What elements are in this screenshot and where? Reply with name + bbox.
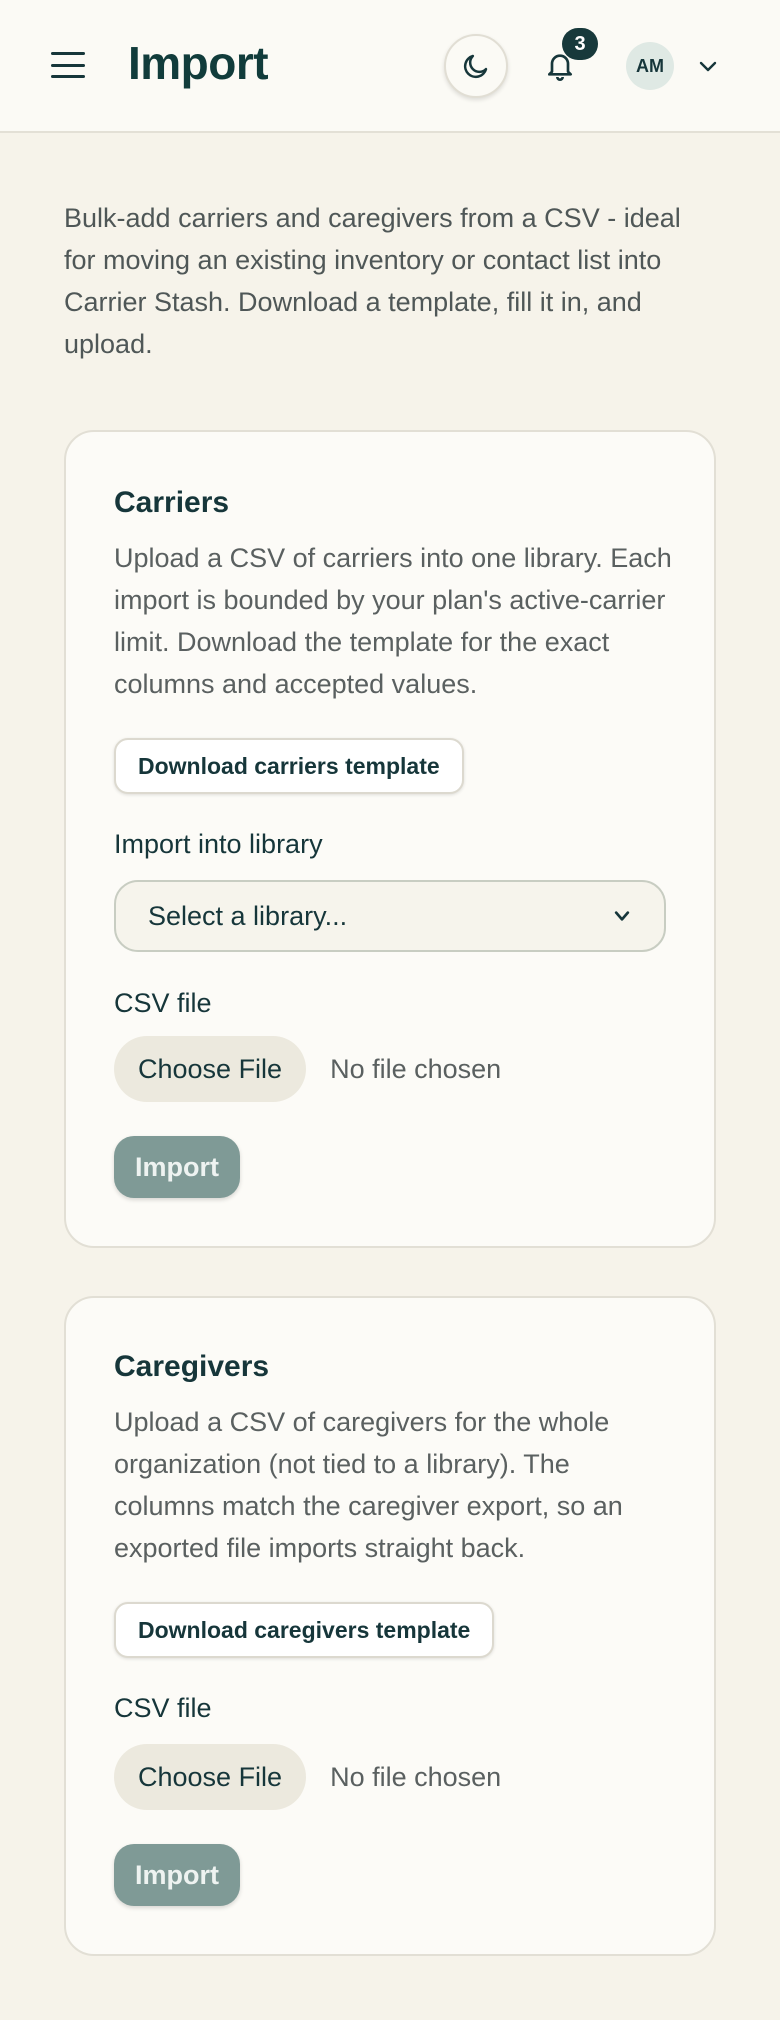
moon-icon	[463, 54, 488, 79]
hamburger-menu-icon[interactable]	[50, 50, 86, 80]
caregivers-csv-label: CSV file	[114, 1693, 212, 1723]
carriers-choose-file-button[interactable]: Choose File	[114, 1036, 307, 1102]
caregivers-file-input: Choose File No file chosen	[114, 1744, 501, 1810]
library-select-value: Select a library...	[148, 900, 348, 931]
library-select[interactable]: Select a library...	[114, 880, 666, 952]
notification-count-badge: 3	[562, 28, 598, 60]
page-title: Import	[128, 37, 269, 89]
carriers-description: Upload a CSV of carriers into one librar…	[114, 543, 672, 699]
caregivers-file-status: No file chosen	[330, 1761, 502, 1792]
chevron-down-icon	[614, 911, 630, 921]
caregivers-choose-file-button[interactable]: Choose File	[114, 1744, 307, 1810]
theme-toggle-button[interactable]	[444, 34, 508, 98]
carriers-title: Carriers	[114, 486, 230, 519]
caregivers-title: Caregivers	[114, 1350, 270, 1383]
library-label: Import into library	[114, 829, 323, 859]
caregivers-description: Upload a CSV of caregivers for the whole…	[114, 1407, 623, 1563]
download-caregivers-template-button[interactable]: Download caregivers template	[114, 1602, 495, 1658]
carriers-import-button[interactable]: Import	[114, 1136, 240, 1198]
intro-text: Bulk-add carriers and caregivers from a …	[64, 203, 681, 359]
caregivers-card: Caregivers Upload a CSV of caregivers fo…	[64, 1296, 716, 1956]
avatar[interactable]: AM	[626, 42, 674, 90]
caregivers-import-button[interactable]: Import	[114, 1844, 240, 1906]
download-carriers-template-button[interactable]: Download carriers template	[114, 738, 464, 794]
carriers-file-input: Choose File No file chosen	[114, 1036, 501, 1102]
carriers-card: Carriers Upload a CSV of carriers into o…	[64, 430, 716, 1248]
top-bar: Import 3 AM	[0, 0, 780, 133]
carriers-csv-label: CSV file	[114, 988, 212, 1018]
carriers-file-status: No file chosen	[330, 1053, 502, 1084]
chevron-down-icon[interactable]	[696, 54, 720, 78]
